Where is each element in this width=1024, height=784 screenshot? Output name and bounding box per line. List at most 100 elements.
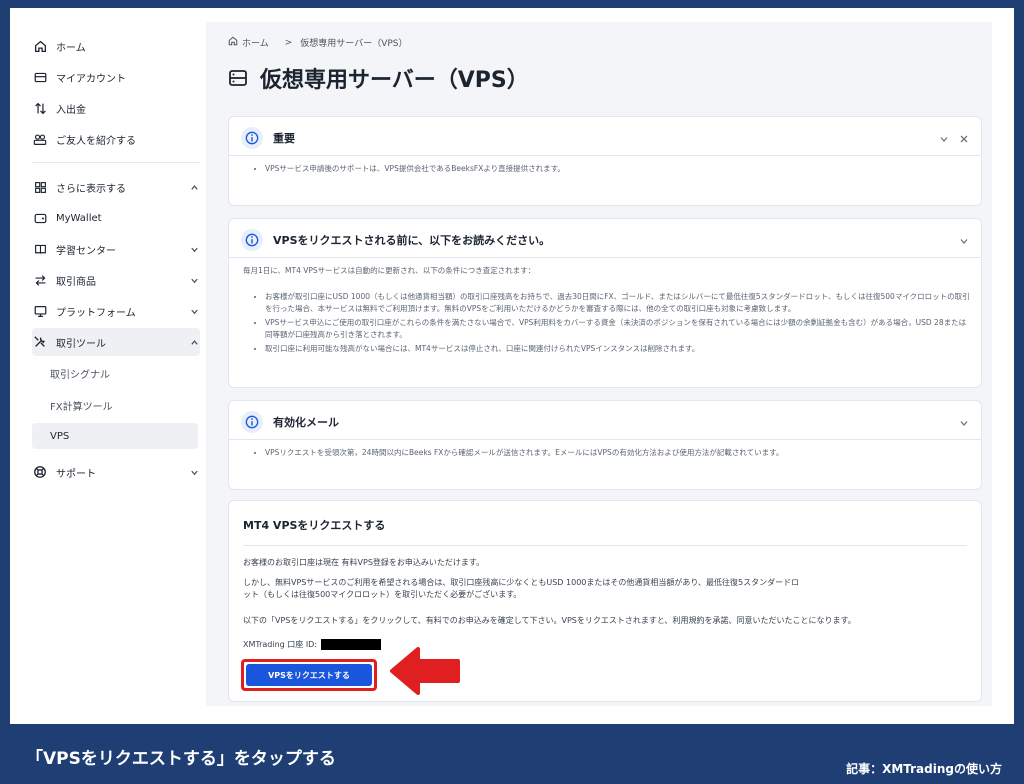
chevron-up-icon — [188, 336, 200, 348]
sidebar-item-label: 取引商品 — [56, 276, 96, 288]
card-bullet-list: お客様が取引口座にUSD 1000（もしくは他通貨相当額）の取引口座残高をお持ち… — [255, 291, 971, 357]
sidebar-item-platform[interactable]: プラットフォーム — [32, 297, 200, 325]
card-actions — [959, 413, 969, 432]
sidebar-divider — [32, 162, 200, 163]
card-actions — [939, 129, 969, 148]
sidebar-item-label: MyWallet — [56, 212, 102, 224]
list-item: お客様が取引口座にUSD 1000（もしくは他通貨相当額）の取引口座残高をお持ち… — [265, 291, 971, 315]
breadcrumb-current: 仮想専用サーバー（VPS） — [300, 39, 408, 49]
sidebar-item-home[interactable]: ホーム — [32, 32, 200, 60]
sidebar-subitem-label: 取引シグナル — [50, 369, 110, 381]
chevron-down-icon — [188, 466, 200, 478]
card-important: 重要 VPSサービス申請後のサポートは、VPS提供会社であるBeeksFXより直… — [228, 116, 982, 206]
sidebar-item-label: ホーム — [56, 42, 86, 54]
card-title: 有効化メール — [273, 416, 339, 429]
swap-icon — [32, 272, 48, 288]
card-title: MT4 VPSをリクエストする — [243, 519, 386, 532]
sidebar-item-trading-tools[interactable]: 取引ツール — [32, 328, 200, 356]
card-actions — [959, 231, 969, 250]
card-icon — [32, 69, 48, 85]
chevron-down-icon[interactable] — [939, 129, 949, 148]
server-icon — [228, 68, 248, 88]
redacted-account-id — [321, 639, 382, 650]
card-divider — [229, 155, 981, 156]
card-divider — [243, 545, 967, 546]
monitor-icon — [32, 303, 48, 319]
sidebar: ホーム マイアカウント 入出金 ご友人を紹介する さらに表示する MyWalle… — [20, 22, 208, 712]
sidebar-subitem-label: FX計算ツール — [50, 401, 113, 413]
credit: 記事：XMTradingの使い方 — [846, 762, 1002, 776]
card-header: 重要 — [241, 127, 295, 149]
card-title: 重要 — [273, 132, 295, 145]
sidebar-item-show-more[interactable]: さらに表示する — [32, 173, 200, 201]
info-icon — [241, 411, 263, 433]
account-id-row: XMTrading 口座 ID: — [243, 639, 382, 651]
request-vps-button-highlight: VPSをリクエストする — [241, 659, 377, 691]
sidebar-item-mywallet[interactable]: MyWallet — [32, 204, 200, 232]
sidebar-item-label: 学習センター — [56, 245, 116, 257]
sidebar-item-label: さらに表示する — [56, 183, 126, 195]
chevron-up-icon — [188, 181, 200, 193]
card-request-vps: MT4 VPSをリクエストする お客様のお取引口座は現在 有料VPS登録をお申込… — [228, 500, 982, 702]
home-icon[interactable] — [228, 36, 238, 49]
breadcrumb-separator: > — [284, 37, 293, 48]
request-paragraph: 以下の「VPSをリクエストする」をクリックして、有料でのお申込みを確定して下さい… — [243, 616, 856, 625]
card-divider — [229, 439, 981, 440]
sidebar-item-my-account[interactable]: マイアカウント — [32, 63, 200, 91]
sidebar-subitem-trading-signals[interactable]: 取引シグナル — [32, 360, 198, 386]
sidebar-item-label: 入出金 — [56, 104, 86, 116]
request-vps-button[interactable]: VPSをリクエストする — [246, 664, 372, 686]
sidebar-item-label: ご友人を紹介する — [56, 135, 136, 147]
breadcrumb-home[interactable]: ホーム — [242, 36, 269, 49]
info-icon — [241, 229, 263, 251]
main-content: ホーム > 仮想専用サーバー（VPS） 仮想専用サーバー（VPS） 重要 VPS… — [206, 22, 992, 706]
transfer-icon — [32, 100, 48, 116]
card-header: VPSをリクエストされる前に、以下をお読みください。 — [241, 229, 550, 251]
chevron-down-icon[interactable] — [959, 413, 969, 432]
sidebar-subitem-label: VPS — [50, 430, 70, 442]
sidebar-subitem-fx-calculator[interactable]: FX計算ツール — [32, 392, 198, 418]
home-icon — [32, 38, 48, 54]
card-divider — [229, 257, 981, 258]
request-paragraph: お客様のお取引口座は現在 有料VPS登録をお申込みいただけます。 — [243, 558, 485, 567]
list-item: VPSリクエストを受領次第，24時間以内にBeeks FXから確認メールが送信さ… — [265, 447, 971, 459]
sidebar-item-deposit-withdraw[interactable]: 入出金 — [32, 94, 200, 122]
people-icon — [32, 131, 48, 147]
card-bullet-list: VPSリクエストを受領次第，24時間以内にBeeks FXから確認メールが送信さ… — [255, 447, 971, 461]
card-intro: 毎月1日に、MT4 VPSサービスは自動的に更新され、以下の条件につき査定されま… — [243, 266, 536, 275]
list-item: VPSサービス申請後のサポートは、VPS提供会社であるBeeksFXより直接提供… — [265, 163, 965, 175]
card-bullet-list: VPSサービス申請後のサポートは、VPS提供会社であるBeeksFXより直接提供… — [255, 163, 965, 177]
chevron-down-icon — [188, 243, 200, 255]
sidebar-item-learning-center[interactable]: 学習センター — [32, 235, 200, 263]
lifebuoy-icon — [32, 464, 48, 480]
request-paragraph: しかし、無料VPSサービスのご利用を希望される場合は、取引口座残高に少なくともU… — [243, 578, 800, 599]
caption: 「VPSをリクエストする」をタップする — [26, 749, 336, 769]
sidebar-item-refer-friend[interactable]: ご友人を紹介する — [32, 125, 200, 153]
wallet-icon — [32, 210, 48, 226]
chevron-down-icon — [188, 305, 200, 317]
breadcrumb: ホーム > 仮想専用サーバー（VPS） — [228, 36, 416, 49]
annotation-arrow — [390, 647, 460, 695]
sidebar-item-label: 取引ツール — [56, 338, 106, 350]
sidebar-subitem-vps[interactable]: VPS — [32, 423, 198, 449]
page-title-text: 仮想専用サーバー（VPS） — [260, 68, 529, 93]
tools-icon — [32, 334, 48, 350]
sidebar-item-support[interactable]: サポート — [32, 458, 200, 486]
book-icon — [32, 241, 48, 257]
chevron-down-icon — [188, 274, 200, 286]
chevron-down-icon[interactable] — [959, 231, 969, 250]
card-activation-email: 有効化メール VPSリクエストを受領次第，24時間以内にBeeks FXから確認… — [228, 400, 982, 490]
page-title: 仮想専用サーバー（VPS） — [228, 62, 529, 94]
card-title: VPSをリクエストされる前に、以下をお読みください。 — [273, 234, 551, 247]
close-icon[interactable] — [959, 129, 969, 148]
account-id-label: XMTrading 口座 ID: — [243, 640, 318, 649]
grid-icon — [32, 179, 48, 195]
sidebar-item-label: サポート — [56, 468, 96, 480]
list-item: VPSサービス申込にご使用の取引口座がこれらの条件を満たさない場合で、VPS利用… — [265, 317, 971, 341]
sidebar-item-label: マイアカウント — [56, 73, 126, 85]
sidebar-item-trading-products[interactable]: 取引商品 — [32, 266, 200, 294]
info-icon — [241, 127, 263, 149]
card-header: 有効化メール — [241, 411, 339, 433]
sidebar-item-label: プラットフォーム — [56, 307, 136, 319]
list-item: 取引口座に利用可能な残高がない場合には、MT4サービスは停止され、口座に関連付け… — [265, 343, 971, 355]
